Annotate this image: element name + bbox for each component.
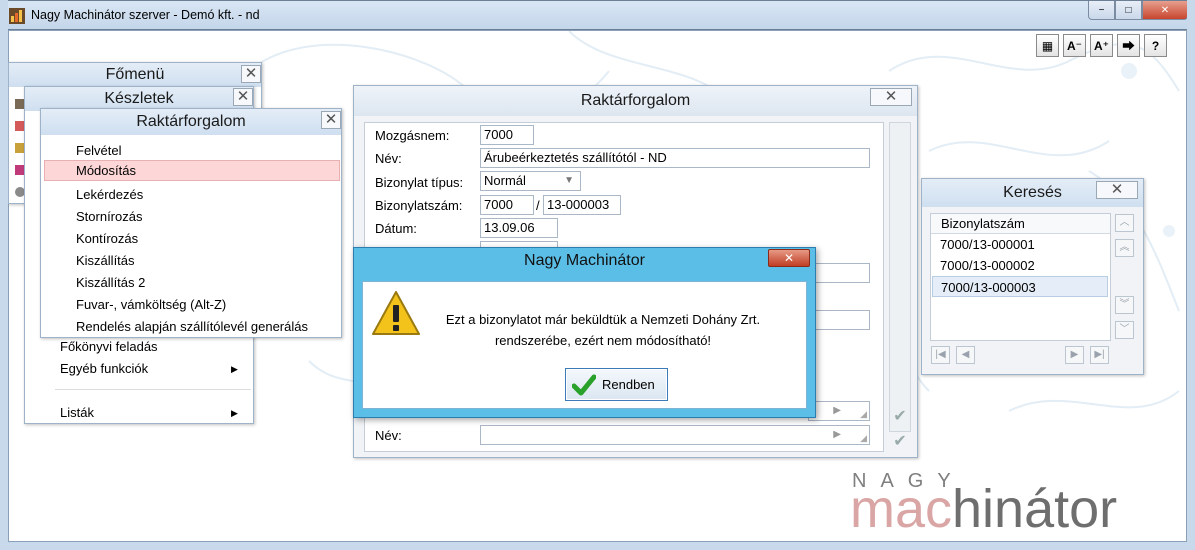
dialog-message: Ezt a bizonylatot már beküldtük a Nemzet… [445,312,761,348]
dialog-title: Nagy Machinátor [524,252,645,269]
rendben-button-label: Rendben [602,377,655,392]
form-scrollbar[interactable] [889,122,911,432]
hidden-field-2[interactable] [808,263,870,283]
raktarforgalom-menu-title: Raktárforgalom [41,109,341,135]
search-row[interactable]: 7000/13-000001 [932,234,1108,255]
submenu-arrow-icon: ▶ [231,364,238,374]
prev-page-icon[interactable]: ◀ [956,346,975,364]
label-bizonylatszam: Bizonylatszám: [375,198,463,213]
hidden-field-4[interactable]: ▶ ◢ [808,401,870,421]
logo-wordmark: machinátor [850,479,1118,539]
app-icon [9,8,25,24]
label-bizonylat-tipus: Bizonylat típus: [375,175,464,190]
form-ok-check-icon[interactable]: ✔ [889,406,911,428]
resize-grip-icon: ◢ [860,409,867,419]
search-row-selected[interactable]: 7000/13-000003 [932,276,1108,297]
input-bizonylatszam-prefix[interactable]: 7000 [480,195,534,215]
checkmark-icon [572,374,596,396]
menu-item-fokonyvi-feladas[interactable]: Főkönyvi feladás [60,339,158,354]
scroll-top-icon[interactable]: ︿ [1115,214,1134,232]
chevron-down-icon: ▼ [564,175,574,186]
first-page-icon[interactable]: |◀ [931,346,950,364]
menu-item-listak[interactable]: Listák [60,405,94,420]
input-nev-2[interactable]: ▶ ◢ [480,425,870,445]
field-arrow-icon: ▶ [833,405,841,416]
menu-item-modositas[interactable]: Módosítás [44,160,340,181]
input-mozgasnem[interactable]: 7000 [480,125,534,145]
select-bizonylat-tipus-value: Normál [484,173,526,188]
input-datum[interactable]: 13.09.06 [480,218,558,238]
top-toolbar: ▦ A⁻ A⁺ ⮕ ? [1036,34,1167,57]
title-bar: Nagy Machinátor szerver - Demó kft. - nd… [0,0,1195,30]
fomenu-close-button[interactable]: ✕ [241,65,261,83]
search-row[interactable]: 7000/13-000002 [932,255,1108,276]
form-close-button[interactable]: ✕ [870,88,912,106]
close-window-button[interactable]: ✕ [1142,1,1188,20]
dialog-close-button[interactable]: ✕ [768,249,810,267]
navigate-button[interactable]: ⮕ [1117,34,1140,57]
window-title: Nagy Machinátor szerver - Demó kft. - nd [31,8,260,22]
keszletek-close-button[interactable]: ✕ [233,88,253,106]
hidden-field-3[interactable] [808,310,870,330]
warning-icon [372,291,420,335]
fomenu-title: Főmenü [9,63,261,87]
page-down-icon[interactable]: ︾ [1115,296,1134,314]
rendben-button[interactable]: Rendben [565,368,668,401]
submenu-arrow-icon: ▶ [231,408,238,418]
resize-grip-icon: ◢ [860,433,867,443]
field-arrow-icon: ▶ [833,429,841,440]
form-ok-check-icon-2[interactable]: ✔ [889,431,911,453]
scroll-bottom-icon[interactable]: ﹀ [1115,321,1134,339]
menu-item-egyeb-funkciok[interactable]: Egyéb funkciók [60,361,148,376]
input-nev[interactable]: Árubeérkeztetés szállítótól - ND [480,148,870,168]
raktarforgalom-menu-panel: Raktárforgalom ✕ Felvétel Módosítás Leké… [40,108,342,338]
bizonylatszam-separator: / [536,198,540,213]
kereses-column-header[interactable]: Bizonylatszám [931,214,1110,234]
menu-item-kiszallitas[interactable]: Kiszállítás [76,253,135,268]
menu-item-kontirozas[interactable]: Kontírozás [76,231,138,246]
dialog-body: Ezt a bizonylatot már beküldtük a Nemzet… [362,281,807,409]
label-nev: Név: [375,151,402,166]
menu-item-stornirozas[interactable]: Stornírozás [76,209,142,224]
help-button[interactable]: ? [1144,34,1167,57]
raktarforgalom-menu-close-button[interactable]: ✕ [321,111,341,129]
menu-item-rendeles-alapjan[interactable]: Rendelés alapján szállítólevél generálás [76,319,308,334]
grid-view-button[interactable]: ▦ [1036,34,1059,57]
menu-divider [55,389,251,390]
last-page-icon[interactable]: ▶| [1090,346,1109,364]
next-page-icon[interactable]: ▶ [1065,346,1084,364]
kereses-close-button[interactable]: ✕ [1096,181,1138,199]
menu-item-kiszallitas-2[interactable]: Kiszállítás 2 [76,275,145,290]
warning-dialog: Nagy Machinátor ✕ Ezt a bizonylatot már … [353,247,816,418]
font-larger-button[interactable]: A⁺ [1090,34,1113,57]
menu-item-fuvar-vamkoltseg[interactable]: Fuvar-, vámköltség (Alt-Z) [76,297,226,312]
minimize-button[interactable]: − [1088,1,1115,20]
menu-item-lekerdezes[interactable]: Lekérdezés [76,187,143,202]
menu-item-modositas-label: Módosítás [76,163,136,178]
maximize-button[interactable]: □ [1115,1,1142,20]
menu-item-felvetel[interactable]: Felvétel [76,143,122,158]
label-mozgasnem: Mozgásnem: [375,128,450,143]
label-datum: Dátum: [375,221,417,236]
page-up-icon[interactable]: ︽ [1115,239,1134,257]
input-bizonylatszam-suffix[interactable]: 13-000003 [543,195,621,215]
form-title: Raktárforgalom [354,86,917,116]
select-bizonylat-tipus[interactable]: Normál ▼ [480,171,581,191]
font-smaller-button[interactable]: A⁻ [1063,34,1086,57]
label-nev-2: Név: [375,428,402,443]
